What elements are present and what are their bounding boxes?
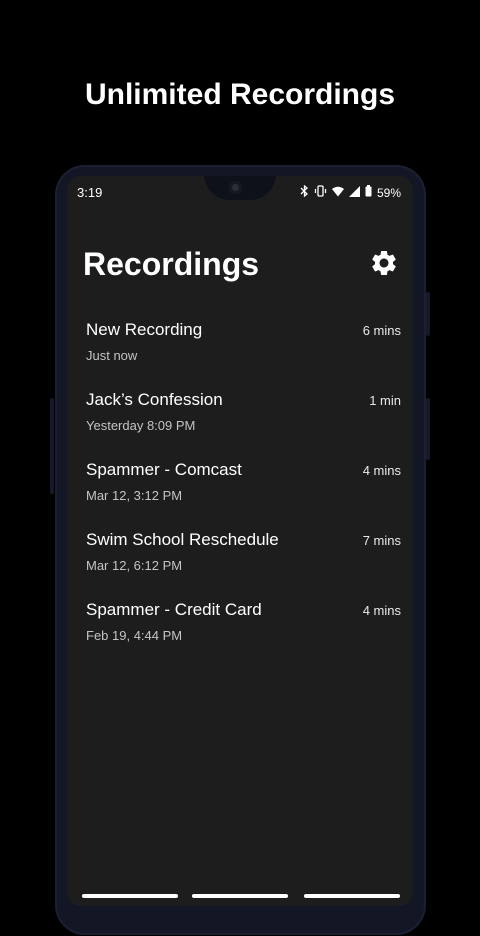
status-time: 3:19 [77,185,103,200]
wifi-icon [331,186,344,200]
list-item[interactable]: Jack’s Confession Yesterday 8:09 PM 1 mi… [67,386,413,456]
list-item[interactable]: Swim School Reschedule Mar 12, 6:12 PM 7… [67,526,413,596]
bluetooth-icon [300,184,309,200]
recording-duration: 4 mins [362,463,401,478]
power-button [426,292,430,336]
gear-icon [372,251,396,275]
recording-timestamp: Yesterday 8:09 PM [86,418,196,433]
front-camera [229,181,242,194]
headline: Unlimited Recordings [84,78,396,111]
side-button [426,398,430,460]
recording-title: Swim School Reschedule [86,530,279,549]
recording-duration: 4 mins [362,603,401,618]
list-item[interactable]: Spammer - Credit Card Feb 19, 4:44 PM 4 … [67,596,413,666]
gesture-navbar [67,892,413,898]
battery-percent: 59% [376,185,401,200]
recording-timestamp: Mar 12, 3:12 PM [86,488,183,503]
recording-timestamp: Mar 12, 6:12 PM [86,558,183,573]
nav-back-bar[interactable] [82,894,178,898]
list-item[interactable]: Spammer - Comcast Mar 12, 3:12 PM 4 mins [67,456,413,526]
signal-icon [348,185,360,200]
recording-timestamp: Feb 19, 4:44 PM [86,628,183,643]
recording-duration: 6 mins [362,323,401,338]
battery-icon [365,185,372,200]
nav-recents-bar[interactable] [304,894,400,898]
recording-title: Spammer - Comcast [86,460,242,479]
recording-title: Spammer - Credit Card [86,600,262,619]
phone-screen: 3:19 59% Recordings New Recording Just n… [67,176,413,906]
volume-button [50,398,54,494]
recording-title: Jack’s Confession [86,390,223,409]
settings-button[interactable] [369,248,399,278]
recording-title: New Recording [86,320,203,339]
list-item[interactable]: New Recording Just now 6 mins [67,316,413,386]
page-title: Recordings [83,246,260,282]
vibrate-icon [314,185,327,200]
recording-duration: 7 mins [362,533,401,548]
recordings-list: New Recording Just now 6 mins Jack’s Con… [67,316,413,666]
status-icons: 59% [300,184,401,200]
recording-duration: 1 min [369,393,401,408]
recording-timestamp: Just now [86,348,138,363]
nav-home-bar[interactable] [192,894,288,898]
